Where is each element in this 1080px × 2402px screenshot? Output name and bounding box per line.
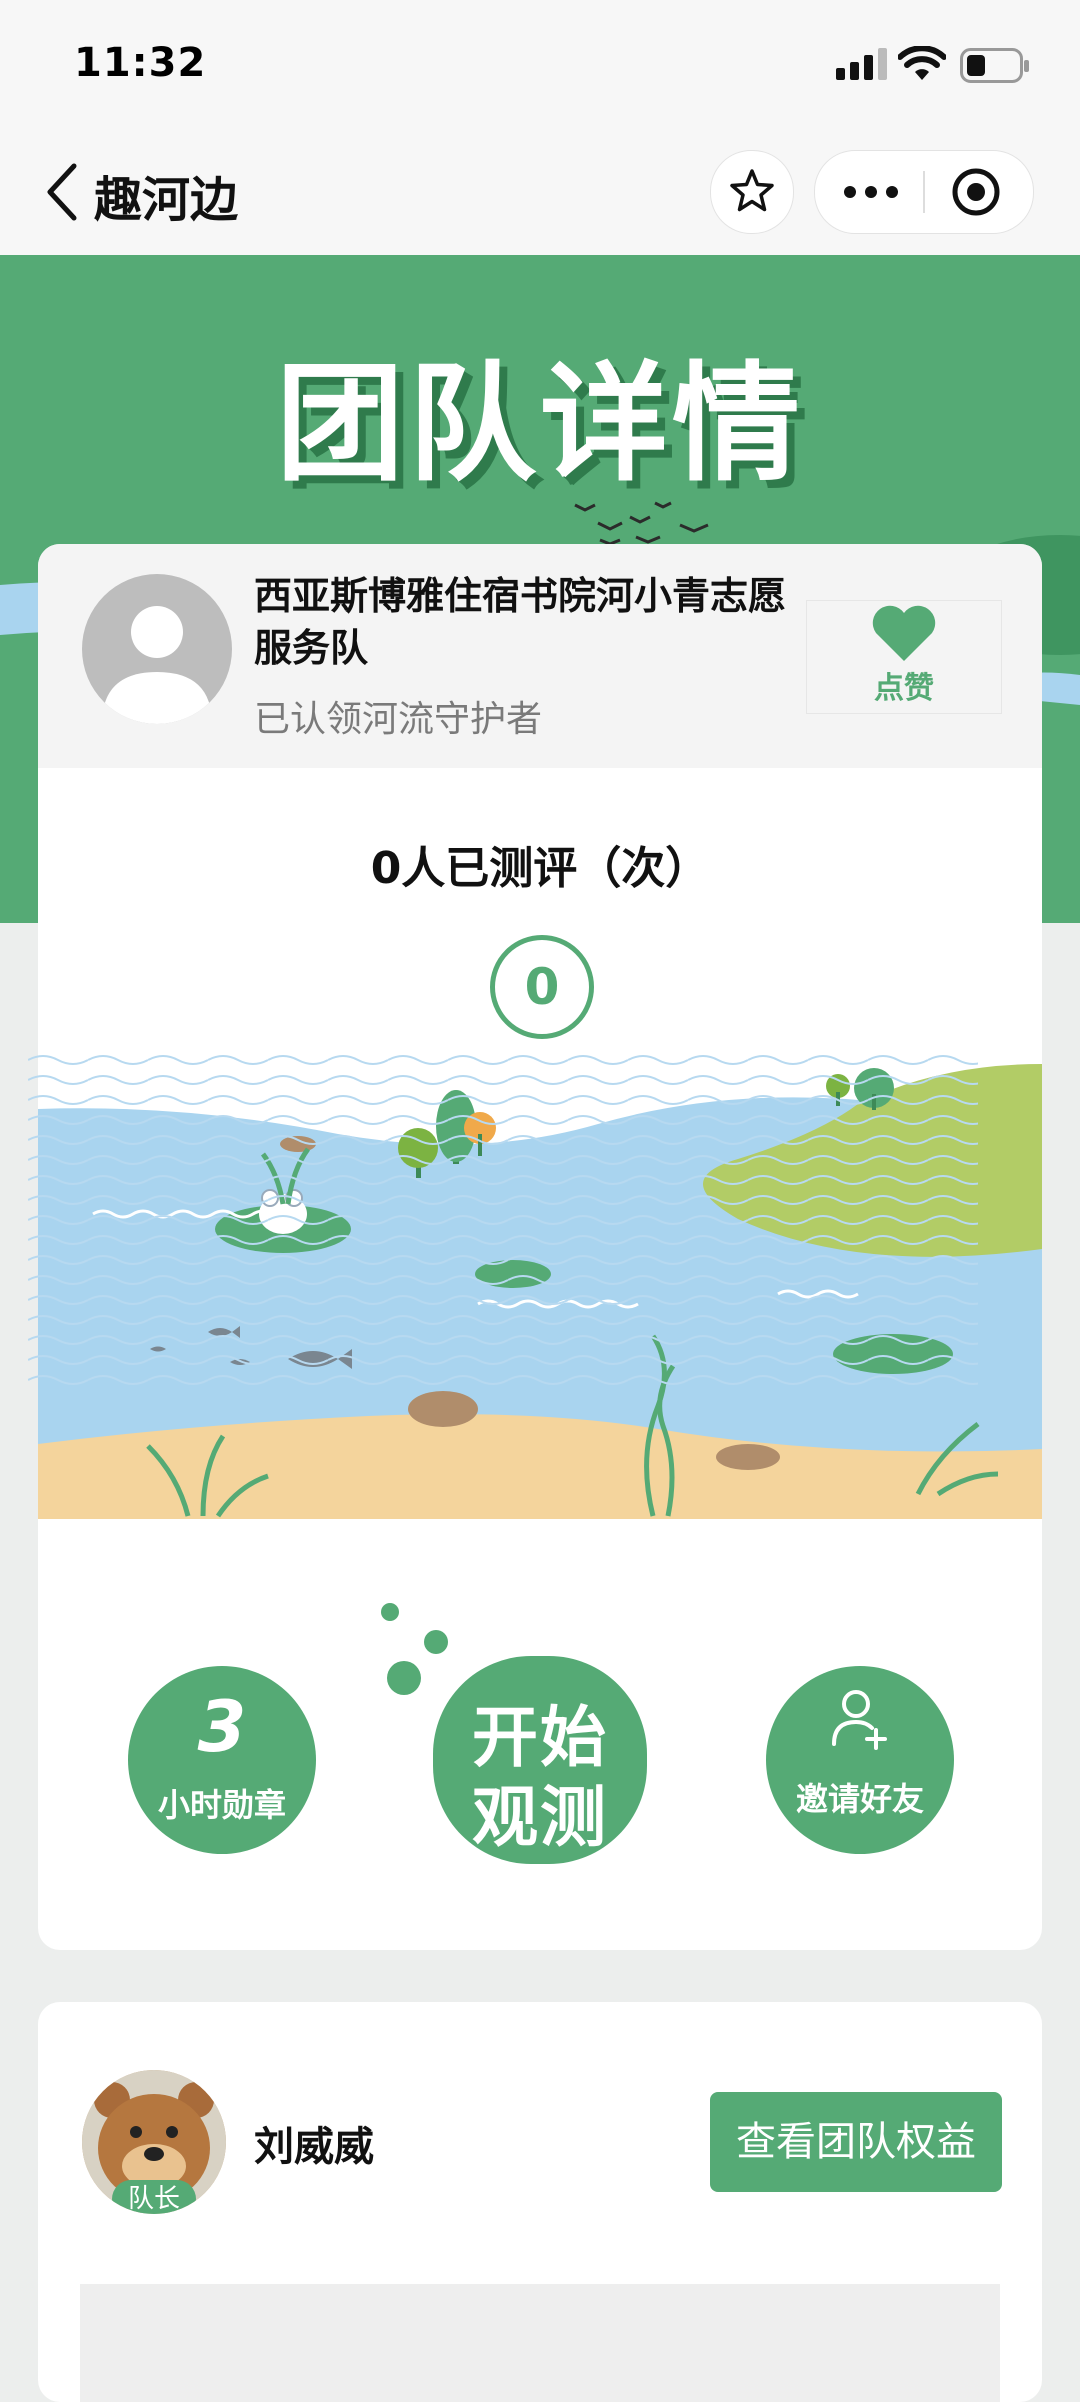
wifi-icon: [898, 46, 946, 80]
start-observation-button[interactable]: 开始 观测: [433, 1656, 647, 1864]
like-button[interactable]: 点赞: [806, 600, 1002, 714]
leader-name: 刘威威: [254, 2124, 374, 2170]
back-icon[interactable]: [44, 162, 80, 222]
mini-program-capsule: [814, 150, 1034, 234]
close-miniprogram-icon[interactable]: [951, 167, 1001, 217]
add-user-icon: [832, 1690, 887, 1750]
invite-label: 邀请好友: [795, 1780, 924, 1818]
leader-card: 队长 刘威威 查看团队权益: [38, 2002, 1042, 2402]
hero-title: 团队详情: [275, 350, 804, 499]
star-icon: [730, 169, 774, 212]
team-name: 西亚斯博雅住宿书院河小青志愿服务队: [254, 574, 787, 670]
like-label: 点赞: [874, 671, 934, 706]
heart-icon: [872, 605, 936, 661]
leader-tag: 队长: [112, 2180, 196, 2214]
leader-avatar: 队长: [82, 2070, 226, 2214]
status-time: 11:32: [74, 40, 207, 86]
view-team-rights-button[interactable]: 查看团队权益: [710, 2092, 1002, 2192]
capsule-divider: [923, 171, 925, 213]
favorite-button[interactable]: [710, 150, 794, 234]
badge-count: 3: [197, 1686, 247, 1768]
signal-icon: [836, 48, 887, 80]
start-label-line2: 观测: [472, 1779, 608, 1856]
badge-label: 小时勋章: [157, 1786, 286, 1824]
wave-pattern-background: [28, 1050, 978, 1390]
invite-friends-button[interactable]: 邀请好友: [766, 1666, 954, 1854]
evaluation-summary: 0人已测评（次）: [370, 843, 710, 894]
evaluation-count: 0: [490, 935, 594, 1039]
hour-badge-button[interactable]: 3 小时勋章: [128, 1666, 316, 1854]
member-list-placeholder: [80, 2284, 1000, 2402]
battery-icon: [960, 48, 1029, 83]
team-status: 已认领河流守护者: [254, 699, 543, 740]
default-avatar-icon: [102, 606, 212, 724]
team-avatar: [82, 574, 232, 724]
more-icon[interactable]: [843, 183, 899, 201]
bubbles-decoration: [381, 1603, 448, 1695]
page-title: 趣河边: [94, 172, 239, 228]
